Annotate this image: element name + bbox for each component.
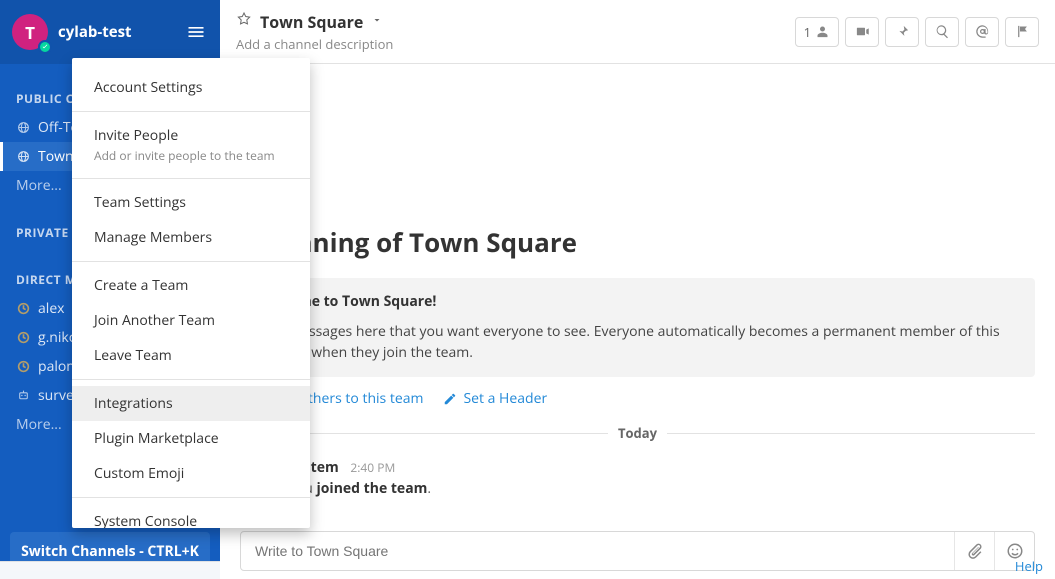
composer [240,531,1035,571]
team-avatar: T [12,14,48,50]
post-suffix: . [427,479,431,498]
team-badge[interactable]: T cylab-test [12,14,132,50]
favorite-star-icon[interactable] [236,11,252,32]
sidebar: T cylab-test PUBLIC CHANNELS Off-Topic T… [0,0,220,579]
date-separator: Today [240,424,1035,442]
person-icon [815,24,830,39]
composer-area [220,523,1055,579]
mentions-button[interactable] [965,17,999,47]
paperclip-icon [966,542,984,560]
member-count-button[interactable]: 1 [795,17,839,47]
flagged-posts-button[interactable] [1005,17,1039,47]
menu-account-settings[interactable]: Account Settings [72,70,310,105]
post-bold: joined the team [316,479,427,498]
team-initial: T [25,21,35,44]
set-header-link[interactable]: Set a Header [443,389,547,408]
welcome-title: Welcome to Town Square! [256,292,1019,311]
member-count: 1 [804,23,811,41]
menu-plugin-marketplace[interactable]: Plugin Marketplace [72,421,310,456]
hamburger-icon [186,22,206,42]
pinned-posts-button[interactable] [885,17,919,47]
menu-invite-label: Invite People [94,126,288,145]
search-icon [935,24,950,39]
chevron-down-icon[interactable] [371,12,383,31]
status-check-icon [38,40,52,54]
channel-title: Town Square [260,11,363,33]
main: Town Square Add a channel description 1 … [220,0,1055,579]
menu-join-team[interactable]: Join Another Team [72,303,310,338]
menu-system-console[interactable]: System Console [72,504,310,528]
intro-heading: Beginning of Town Square [240,224,1035,260]
main-menu-button[interactable] [184,20,208,44]
menu-integrations[interactable]: Integrations [72,386,310,421]
globe-icon [16,150,30,164]
menu-invite-subtitle: Add or invite people to the team [94,147,288,164]
menu-create-team[interactable]: Create a Team [72,268,310,303]
video-icon [855,24,870,39]
post-time: 2:40 PM [350,459,395,476]
team-name: cylab-test [58,22,132,42]
system-post: System 2:40 PM You joined the team. [240,458,1035,498]
pencil-icon [443,392,457,406]
status-away-icon [16,331,30,345]
flag-icon [1015,24,1030,39]
dm-label: alex [38,299,65,318]
help-link[interactable]: Help [1015,557,1043,575]
channel-title-row[interactable]: Town Square [236,11,393,33]
channel-content: Beginning of Town Square Welcome to Town… [220,64,1055,523]
menu-custom-emoji[interactable]: Custom Emoji [72,456,310,491]
welcome-box: Welcome to Town Square! Post messages he… [240,278,1035,377]
status-away-icon [16,302,30,316]
welcome-body: Post messages here that you want everyon… [256,321,1019,363]
channel-description[interactable]: Add a channel description [236,35,393,53]
message-input[interactable] [241,532,954,570]
menu-leave-team[interactable]: Leave Team [72,338,310,373]
bottom-overlay [0,561,220,579]
globe-icon [16,121,30,135]
date-label: Today [618,424,657,442]
main-menu-dropdown: Account Settings Invite People Add or in… [72,58,310,528]
sidebar-header: T cylab-test [0,0,220,64]
status-away-icon [16,360,30,374]
search-button[interactable] [925,17,959,47]
at-icon [975,24,990,39]
set-header-label: Set a Header [463,389,547,408]
video-call-button[interactable] [845,17,879,47]
attach-button[interactable] [954,532,994,570]
menu-invite-people[interactable]: Invite People Add or invite people to th… [72,118,310,172]
pin-icon [895,24,910,39]
menu-team-settings[interactable]: Team Settings [72,185,310,220]
bot-icon [16,389,30,403]
channel-header: Town Square Add a channel description 1 [220,0,1055,64]
header-actions: 1 [795,17,1039,47]
channel-intro: Beginning of Town Square Welcome to Town… [240,64,1035,408]
menu-manage-members[interactable]: Manage Members [72,220,310,255]
